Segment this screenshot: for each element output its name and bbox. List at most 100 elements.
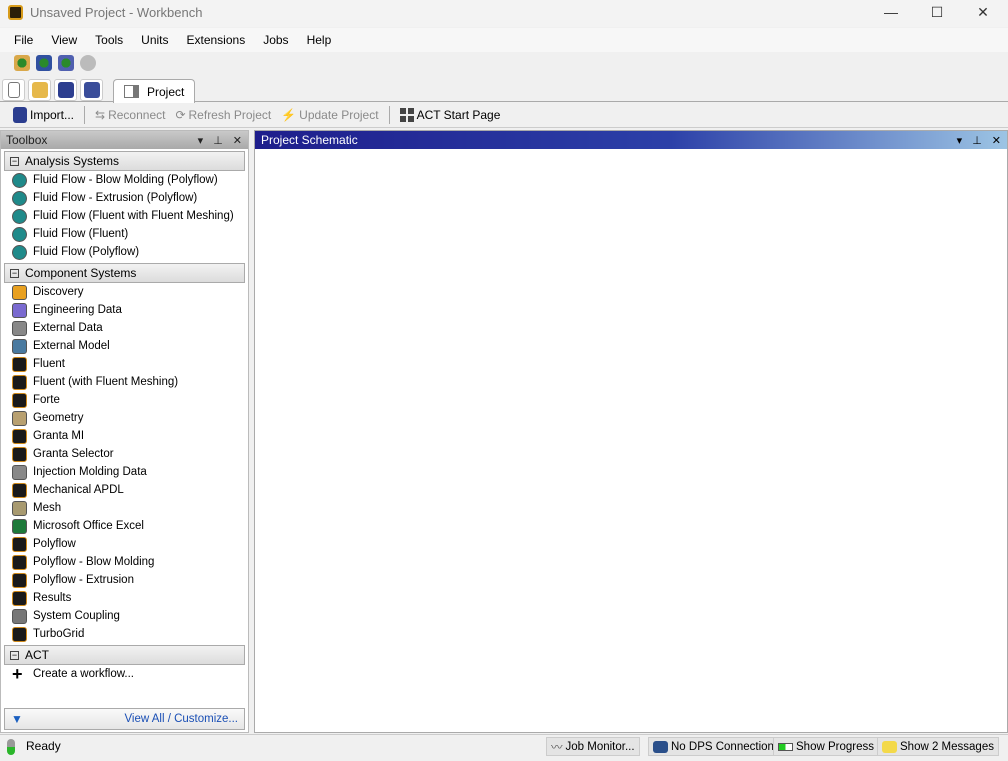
tab-project[interactable]: Project [113, 79, 195, 103]
toolbox-item[interactable]: Fluid Flow - Blow Molding (Polyflow) [1, 171, 248, 189]
filter-icon[interactable]: ▼ [11, 712, 23, 726]
save-remote-icon[interactable] [36, 55, 52, 71]
item-label: Create a workflow... [33, 668, 134, 680]
waveform-icon: 〰 [551, 741, 563, 754]
group-label: Analysis Systems [25, 154, 120, 168]
system-icon [12, 172, 27, 188]
schematic-header: Project Schematic ▾ ⊥ ✕ [255, 131, 1007, 149]
toolbox-item[interactable]: Polyflow [1, 535, 248, 553]
toolbox-item[interactable]: System Coupling [1, 607, 248, 625]
group-label: Component Systems [25, 266, 137, 280]
toolbox-item[interactable]: Fluid Flow (Fluent) [1, 225, 248, 243]
toolbox-item[interactable]: Geometry [1, 409, 248, 427]
toolbox-item[interactable]: Discovery [1, 283, 248, 301]
menu-tools[interactable]: Tools [86, 28, 132, 52]
menu-units[interactable]: Units [132, 28, 177, 52]
system-icon [12, 590, 27, 606]
dropdown-icon[interactable]: ▾ [198, 134, 204, 147]
toolbox-item[interactable]: Granta Selector [1, 445, 248, 463]
group-header-component-systems[interactable]: − Component Systems [4, 263, 245, 283]
toolbox-item[interactable]: Fluid Flow (Polyflow) [1, 243, 248, 261]
menu-file[interactable]: File [5, 28, 42, 52]
act-label: ACT Start Page [416, 108, 501, 122]
save-project-button[interactable] [54, 79, 77, 101]
system-icon [12, 392, 27, 408]
pin-icon[interactable]: ⊥ [972, 134, 982, 147]
refresh-project-button[interactable]: ⟳ Refresh Project [172, 106, 274, 124]
dps-label: No DPS Connection [671, 740, 774, 753]
close-icon[interactable]: ✕ [233, 134, 242, 147]
menu-help[interactable]: Help [298, 28, 341, 52]
system-icon [12, 356, 27, 372]
update-project-button[interactable]: ⚡ Update Project [278, 106, 381, 124]
toolbox-item[interactable]: Mechanical APDL [1, 481, 248, 499]
item-label: Fluid Flow (Fluent with Fluent Meshing) [33, 210, 234, 222]
import-label: Import... [30, 108, 75, 122]
menu-extensions[interactable]: Extensions [178, 28, 255, 52]
maximize-button[interactable]: ☐ [914, 0, 960, 27]
minimize-button[interactable]: — [868, 0, 914, 27]
system-icon [12, 208, 27, 224]
save-as-remote-icon[interactable] [58, 55, 74, 71]
import-icon [13, 107, 27, 123]
group-header-act[interactable]: − ACT [4, 645, 245, 665]
collapse-icon[interactable]: − [10, 156, 19, 166]
project-schematic-panel[interactable]: Project Schematic ▾ ⊥ ✕ [254, 130, 1008, 733]
toolbox-item[interactable]: External Model [1, 337, 248, 355]
act-start-page-button[interactable]: ACT Start Page [397, 106, 504, 124]
toolbox-item[interactable]: Injection Molding Data [1, 463, 248, 481]
open-project-button[interactable] [28, 79, 51, 101]
save-as-button[interactable] [80, 79, 103, 101]
system-icon [12, 572, 27, 588]
group-header-analysis-systems[interactable]: − Analysis Systems [4, 151, 245, 171]
toolbox-item[interactable]: Granta MI [1, 427, 248, 445]
dropdown-icon[interactable]: ▾ [957, 134, 963, 147]
view-all-customize-link[interactable]: View All / Customize... [124, 713, 238, 725]
job-monitor-button[interactable]: 〰 Job Monitor... [546, 737, 640, 756]
toolbox-item[interactable]: Fluid Flow (Fluent with Fluent Meshing) [1, 207, 248, 225]
save-as-icon [83, 82, 100, 98]
show-progress-button[interactable]: Show Progress [773, 737, 879, 756]
toolbox-item[interactable]: + Create a workflow... [1, 664, 248, 684]
group-label: ACT [25, 648, 49, 662]
toolbox-item[interactable]: Fluent (with Fluent Meshing) [1, 373, 248, 391]
import-button[interactable]: Import... [10, 105, 77, 125]
messages-label: Show 2 Messages [900, 740, 994, 753]
job-monitor-label: Job Monitor... [565, 740, 635, 753]
item-label: Fluent (with Fluent Meshing) [33, 376, 179, 388]
collapse-icon[interactable]: − [10, 268, 19, 278]
item-label: Granta Selector [33, 448, 114, 460]
item-label: Fluid Flow (Fluent) [33, 228, 129, 240]
menu-view[interactable]: View [42, 28, 86, 52]
system-icon [12, 338, 27, 354]
close-button[interactable]: ✕ [960, 0, 1006, 27]
system-icon [12, 464, 27, 480]
item-label: Engineering Data [33, 304, 122, 316]
show-messages-button[interactable]: Show 2 Messages [877, 737, 999, 756]
toolbox-tree: − Analysis Systems Fluid Flow - Blow Moldi… [1, 151, 248, 684]
toolbox-item[interactable]: Mesh [1, 499, 248, 517]
item-label: Fluent [33, 358, 65, 370]
dps-connection-button[interactable]: No DPS Connection [648, 737, 779, 756]
toolbox-item[interactable]: Polyflow - Extrusion [1, 571, 248, 589]
refresh-label: Refresh Project [188, 108, 272, 122]
close-icon[interactable]: ✕ [992, 134, 1001, 147]
toolbox-item[interactable]: Forte [1, 391, 248, 409]
reconnect-button[interactable]: ⇆ Reconnect [92, 106, 168, 124]
globe-icon[interactable] [80, 55, 96, 71]
menu-jobs[interactable]: Jobs [254, 28, 297, 52]
toolbox-item[interactable]: Microsoft Office Excel [1, 517, 248, 535]
reconnect-label: Reconnect [108, 108, 166, 122]
collapse-icon[interactable]: − [10, 650, 19, 660]
new-project-button[interactable] [2, 79, 25, 101]
toolbox-item[interactable]: TurboGrid [1, 625, 248, 643]
toolbox-item[interactable]: Engineering Data [1, 301, 248, 319]
toolbox-item[interactable]: External Data [1, 319, 248, 337]
toolbox-item[interactable]: Results [1, 589, 248, 607]
item-label: Microsoft Office Excel [33, 520, 144, 532]
toolbox-item[interactable]: Fluent [1, 355, 248, 373]
toolbox-item[interactable]: Fluid Flow - Extrusion (Polyflow) [1, 189, 248, 207]
pin-icon[interactable]: ⊥ [213, 134, 223, 147]
open-remote-icon[interactable] [14, 55, 30, 71]
toolbox-item[interactable]: Polyflow - Blow Molding [1, 553, 248, 571]
